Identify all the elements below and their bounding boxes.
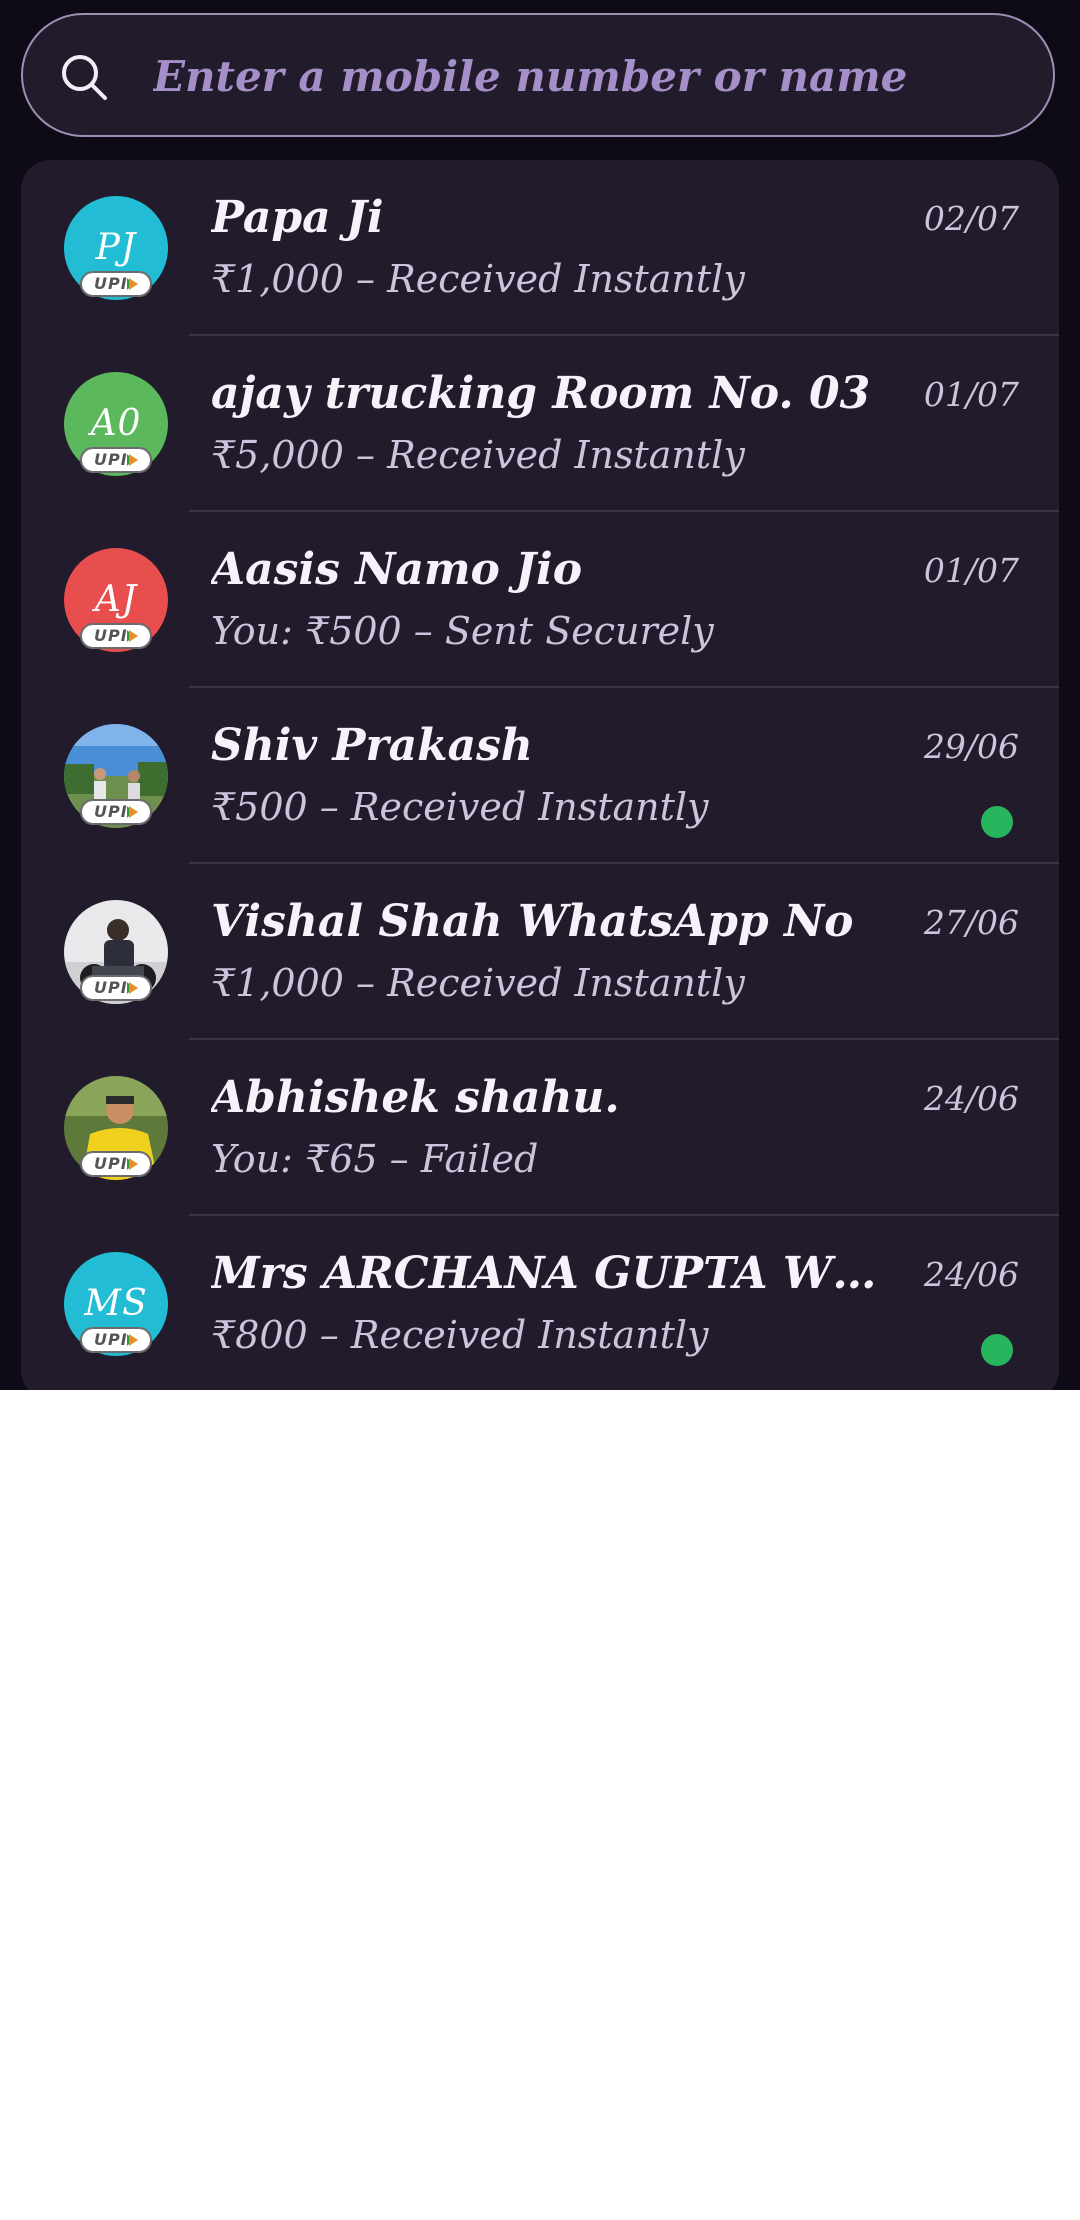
transaction-date: 24/06 [923,1079,1019,1118]
transaction-summary: ₹1,000 – Received Instantly [211,961,745,1005]
transaction-date: 27/06 [923,903,1019,942]
upi-badge-label: UPI [94,626,128,645]
upi-badge-label: UPI [94,802,128,821]
transaction-date: 24/06 [923,1255,1019,1294]
search-icon [62,55,107,100]
upi-badge-icon: UPI [80,271,152,297]
transaction-row-archana-gupta[interactable]: MS UPI Mrs ARCHANA GUPTA WO ABHI... ₹800… [21,1216,1059,1390]
transaction-date: 01/07 [923,551,1019,590]
transaction-list: PJ UPI Papa Ji ₹1,000 – Received Instant… [21,160,1059,1390]
upi-badge-label: UPI [94,1154,128,1173]
unread-indicator [981,806,1013,838]
upi-badge-icon: UPI [80,447,152,473]
transaction-row-aasis-namo-jio[interactable]: AJ UPI Aasis Namo Jio You: ₹500 – Sent S… [21,512,1059,688]
upi-badge-icon: UPI [80,1327,152,1353]
search-bar[interactable] [21,13,1055,137]
contact-name: Abhishek shahu. [211,1072,620,1123]
contact-name: ajay trucking Room No. 03 [211,368,871,419]
transaction-summary: ₹1,000 – Received Instantly [211,257,745,301]
transaction-row-shiv-prakash[interactable]: UPI Shiv Prakash ₹500 – Received Instant… [21,688,1059,864]
contact-name: Aasis Namo Jio [211,544,583,595]
transaction-summary: ₹500 – Received Instantly [211,785,709,829]
transaction-row-ajay-trucking[interactable]: A0 UPI ajay trucking Room No. 03 ₹5,000 … [21,336,1059,512]
transaction-summary: ₹800 – Received Instantly [211,1313,709,1357]
transaction-summary: You: ₹500 – Sent Securely [211,609,714,653]
contact-name: Shiv Prakash [211,720,533,771]
transaction-row-vishal-shah[interactable]: UPI Vishal Shah WhatsApp No ₹1,000 – Rec… [21,864,1059,1040]
upi-badge-label: UPI [94,1330,128,1349]
upi-badge-label: UPI [94,274,128,293]
transaction-row-abhishek-shahu[interactable]: UPI Abhishek shahu. You: ₹65 – Failed 24… [21,1040,1059,1216]
transaction-date: 01/07 [923,375,1019,414]
transaction-summary: ₹5,000 – Received Instantly [211,433,745,477]
transactions-screen: PJ UPI Papa Ji ₹1,000 – Received Instant… [0,0,1080,1390]
upi-badge-label: UPI [94,450,128,469]
unread-indicator [981,1334,1013,1366]
upi-badge-icon: UPI [80,975,152,1001]
search-input[interactable] [153,37,1023,115]
contact-name: Vishal Shah WhatsApp No [211,896,854,947]
upi-badge-label: UPI [94,978,128,997]
contact-name: Mrs ARCHANA GUPTA WO ABHI... [211,1248,901,1299]
upi-badge-icon: UPI [80,799,152,825]
transaction-date: 29/06 [923,727,1019,766]
transaction-row-papa-ji[interactable]: PJ UPI Papa Ji ₹1,000 – Received Instant… [21,160,1059,336]
upi-badge-icon: UPI [80,1151,152,1177]
transaction-summary: You: ₹65 – Failed [211,1137,539,1181]
transaction-date: 02/07 [923,199,1019,238]
contact-name: Papa Ji [211,192,384,243]
upi-badge-icon: UPI [80,623,152,649]
